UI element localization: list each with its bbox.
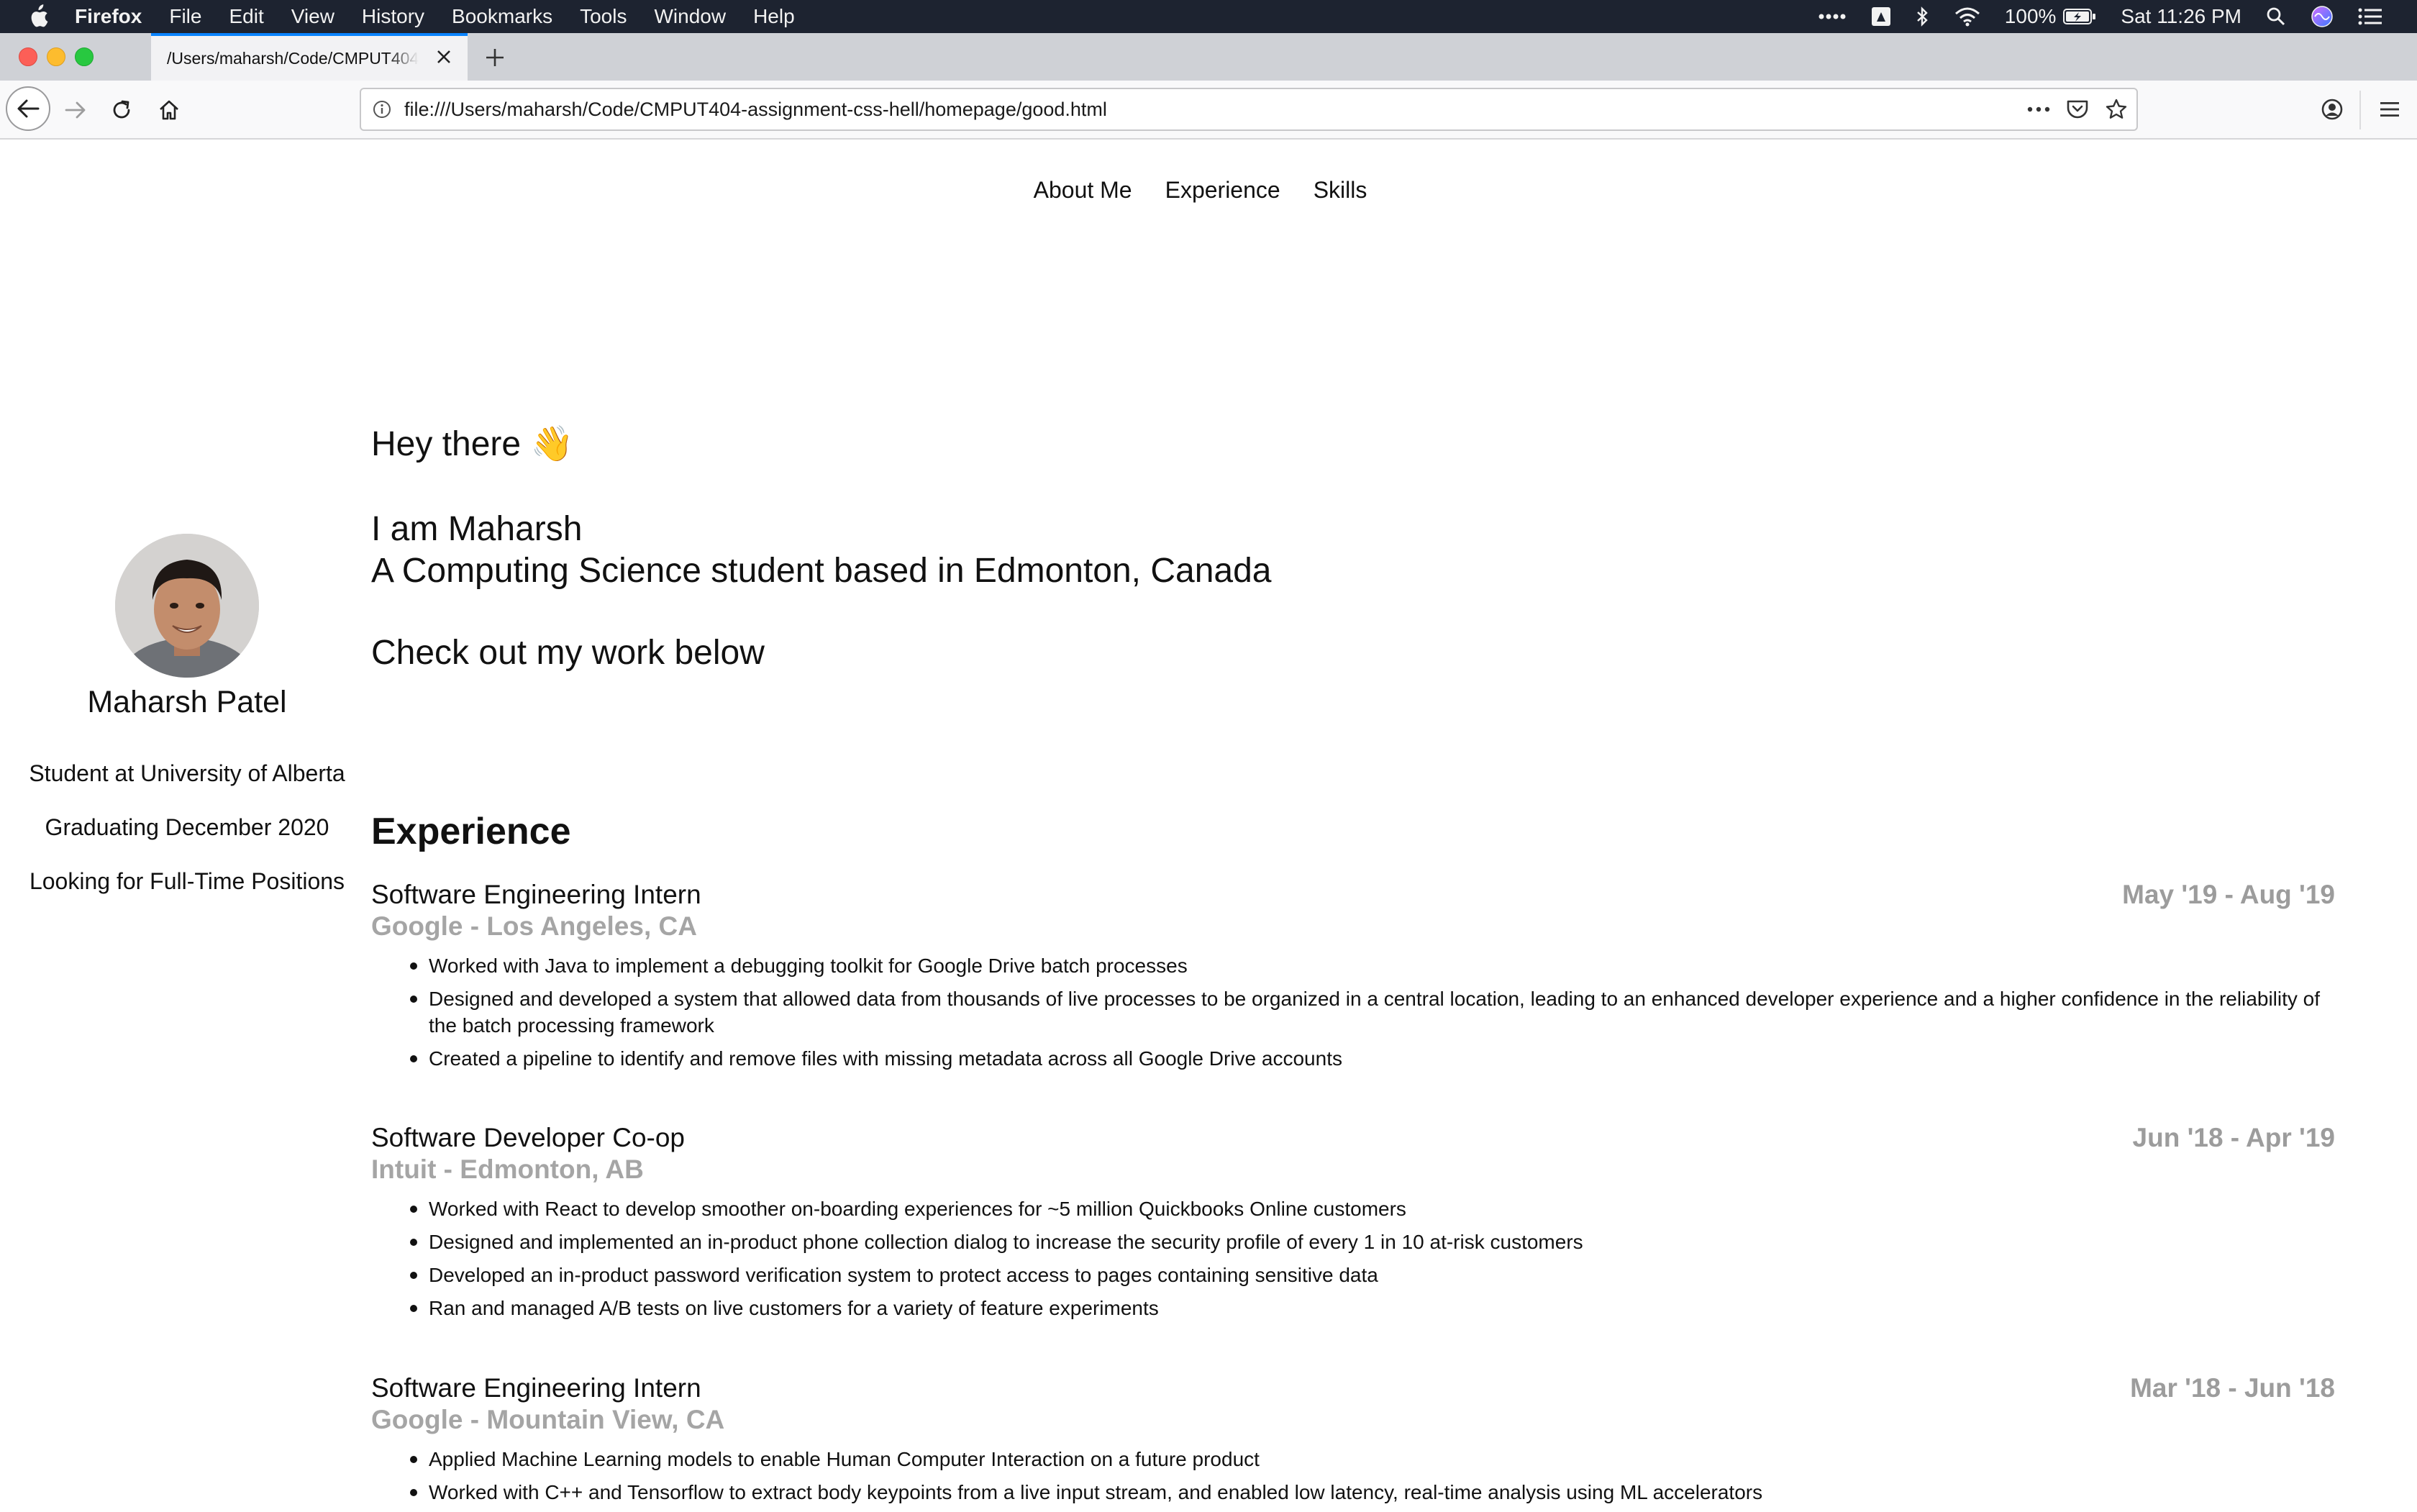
wifi-icon[interactable] — [1954, 6, 1980, 27]
job-company: Intuit - Edmonton, AB — [371, 1155, 644, 1184]
tab-active[interactable]: /Users/maharsh/Code/CMPUT404-assignment-… — [151, 33, 468, 81]
profile-line-seeking: Looking for Full-Time Positions — [29, 868, 345, 894]
macos-menu-bar: Firefox File Edit View History Bookmarks… — [0, 0, 2417, 33]
forward-arrow-icon[interactable] — [58, 92, 94, 128]
tab-title: /Users/maharsh/Code/CMPUT404-assignment-… — [167, 48, 419, 68]
menu-history[interactable]: History — [362, 5, 424, 28]
experience-item: Software Developer Co-op Jun '18 - Apr '… — [371, 1122, 2335, 1328]
profile-line-school: Student at University of Alberta — [29, 760, 345, 786]
job-bullets: Worked with React to develop smoother on… — [371, 1196, 2335, 1321]
job-bullet: Created a pipeline to identify and remov… — [410, 1045, 2335, 1072]
url-text[interactable]: file:///Users/maharsh/Code/CMPUT404-assi… — [404, 99, 1107, 121]
experience-heading: Experience — [371, 811, 571, 852]
menu-view[interactable]: View — [291, 5, 334, 28]
more-dots-icon[interactable] — [1818, 9, 1847, 24]
experience-item: Software Engineering Intern Mar '18 - Ju… — [371, 1372, 2335, 1512]
account-icon[interactable] — [2316, 94, 2348, 125]
new-tab-plus-icon[interactable] — [482, 45, 508, 70]
job-title: Software Engineering Intern — [371, 880, 701, 909]
window-close-button[interactable] — [19, 47, 37, 66]
site-nav: About Me Experience Skills — [0, 177, 2417, 204]
job-bullet: Designed and implemented an in-product p… — [410, 1229, 2335, 1255]
intro-cta: Check out my work below — [371, 634, 765, 672]
page-info-icon[interactable] — [371, 99, 393, 120]
menu-window[interactable]: Window — [654, 5, 726, 28]
battery-percent: 100% — [2004, 5, 2057, 27]
intro-name: I am Maharsh — [371, 510, 583, 548]
back-arrow-icon[interactable] — [6, 86, 50, 131]
window-minimize-button[interactable] — [47, 47, 65, 66]
job-bullet: Worked with React to develop smoother on… — [410, 1196, 2335, 1222]
job-bullet: Worked with C++ and Tensorflow to extrac… — [410, 1479, 2335, 1506]
avatar — [115, 534, 259, 678]
toolbar-separator — [2359, 91, 2361, 129]
profile-name: Maharsh Patel — [87, 685, 287, 719]
job-bullets: Applied Machine Learning models to enabl… — [371, 1446, 2335, 1506]
menu-firefox[interactable]: Firefox — [75, 5, 142, 28]
spotlight-search-icon[interactable] — [2266, 6, 2286, 27]
job-bullet: Developed an in-product password verific… — [410, 1262, 2335, 1288]
job-bullet: Ran and managed A/B tests on live custom… — [410, 1295, 2335, 1321]
nav-link-about-me[interactable]: About Me — [1034, 177, 1132, 204]
window-zoom-button[interactable] — [75, 47, 94, 66]
menu-edit[interactable]: Edit — [229, 5, 263, 28]
menu-help[interactable]: Help — [753, 5, 795, 28]
tab-close-icon[interactable] — [433, 46, 455, 68]
profile-line-graduation: Graduating December 2020 — [45, 814, 329, 840]
intro-description: A Computing Science student based in Edm… — [371, 552, 1272, 590]
browser-tab-strip: /Users/maharsh/Code/CMPUT404-assignment-… — [0, 33, 2417, 81]
notification-center-icon[interactable] — [2358, 7, 2382, 26]
menu-tools[interactable]: Tools — [580, 5, 627, 28]
drive-icon[interactable] — [1871, 6, 1891, 27]
siri-icon[interactable] — [2311, 5, 2334, 28]
nav-link-experience[interactable]: Experience — [1165, 177, 1280, 204]
url-actions — [2011, 89, 2128, 129]
page-viewport: About Me Experience Skills Maharsh Patel… — [0, 140, 2417, 1511]
menu-file[interactable]: File — [169, 5, 201, 28]
bluetooth-icon[interactable] — [1916, 6, 1930, 27]
experience-item: Software Engineering Intern May '19 - Au… — [371, 879, 2335, 1078]
menubar-clock[interactable]: Sat 11:26 PM — [2121, 5, 2241, 28]
pocket-icon[interactable] — [2066, 99, 2089, 120]
job-company: Google - Los Angeles, CA — [371, 911, 697, 941]
job-dates: Jun '18 - Apr '19 — [2132, 1123, 2335, 1152]
page-actions-ellipsis-icon[interactable] — [2027, 106, 2050, 113]
job-bullet: Applied Machine Learning models to enabl… — [410, 1446, 2335, 1472]
url-bar[interactable]: file:///Users/maharsh/Code/CMPUT404-assi… — [360, 88, 2138, 131]
profile-sidebar: Maharsh Patel Student at University of A… — [0, 534, 374, 895]
job-dates: May '19 - Aug '19 — [2122, 880, 2335, 909]
home-icon[interactable] — [151, 92, 187, 128]
reload-icon[interactable] — [104, 92, 140, 128]
menu-bookmarks[interactable]: Bookmarks — [452, 5, 552, 28]
greeting-heading: Hey there 👋 — [371, 425, 574, 463]
job-bullets: Worked with Java to implement a debuggin… — [371, 952, 2335, 1072]
job-title: Software Engineering Intern — [371, 1373, 701, 1403]
battery-icon[interactable] — [2063, 8, 2096, 25]
job-title: Software Developer Co-op — [371, 1123, 685, 1152]
apple-logo-icon[interactable] — [27, 4, 49, 29]
nav-link-skills[interactable]: Skills — [1314, 177, 1367, 204]
browser-toolbar: file:///Users/maharsh/Code/CMPUT404-assi… — [0, 81, 2417, 140]
bookmark-star-icon[interactable] — [2105, 98, 2128, 121]
job-company: Google - Mountain View, CA — [371, 1405, 725, 1434]
menubar-status-area: 100% Sat 11:26 PM — [1818, 0, 2417, 33]
job-dates: Mar '18 - Jun '18 — [2130, 1373, 2335, 1403]
job-bullet: Worked with Java to implement a debuggin… — [410, 952, 2335, 979]
job-bullet: Designed and developed a system that all… — [410, 985, 2335, 1039]
hamburger-menu-icon[interactable] — [2374, 94, 2405, 125]
